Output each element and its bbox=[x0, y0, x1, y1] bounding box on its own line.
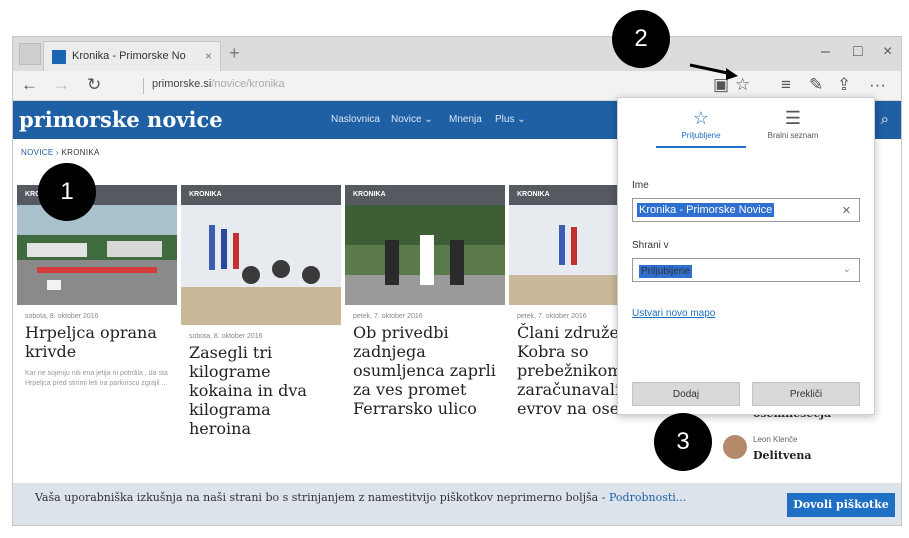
favorite-star-icon[interactable]: ☆ bbox=[735, 75, 750, 95]
tab-favorites-label: Priljubljene bbox=[681, 131, 721, 140]
article-card[interactable]: KRONIKA sobota, 8. oktober 2016 Hrpeljca… bbox=[17, 185, 177, 485]
step-marker: 3 bbox=[654, 413, 712, 471]
clear-icon[interactable]: ✕ bbox=[842, 204, 851, 217]
site-favicon-icon bbox=[52, 50, 66, 64]
step-marker: 1 bbox=[38, 163, 96, 221]
tab-title: Kronika - Primorske No bbox=[72, 50, 186, 62]
chevron-down-icon: ⌄ bbox=[842, 264, 851, 275]
url-path: /novice/kronika bbox=[211, 78, 285, 90]
cookie-message: Vaša uporabniška izkušnja na naši strani… bbox=[35, 491, 735, 505]
more-icon[interactable]: ··· bbox=[869, 75, 886, 95]
new-folder-link[interactable]: Ustvari novo mapo bbox=[632, 308, 715, 319]
save-in-label: Shrani v bbox=[632, 240, 669, 251]
name-value: Kronika - Primorske Novice bbox=[637, 203, 775, 217]
menu-item-novice[interactable]: Novice ⌄ bbox=[391, 114, 433, 125]
browser-window: Kronika - Primorske No × + – □ × ← → ↻ p… bbox=[12, 36, 902, 526]
cookie-banner: Vaša uporabniška izkušnja na naši strani… bbox=[13, 483, 901, 525]
reading-view-icon[interactable]: ▣ bbox=[713, 75, 729, 95]
article-title[interactable]: Ob privedbi zadnjega osumljenca zaprli z… bbox=[345, 323, 505, 418]
breadcrumb-home[interactable]: NOVICE bbox=[21, 148, 53, 157]
tab-bar: Kronika - Primorske No × + – □ × bbox=[13, 37, 901, 71]
web-note-icon[interactable]: ✎ bbox=[809, 75, 823, 95]
cookie-text: Vaša uporabniška izkušnja na naši strani… bbox=[35, 491, 609, 504]
menu-item-plus[interactable]: Plus ⌄ bbox=[495, 114, 526, 125]
refresh-icon[interactable]: ↻ bbox=[87, 75, 101, 95]
article-image[interactable] bbox=[181, 205, 341, 325]
breadcrumb-current: KRONIKA bbox=[61, 148, 100, 157]
minimize-button[interactable]: – bbox=[821, 43, 830, 61]
article-image[interactable] bbox=[345, 205, 505, 305]
breadcrumb: NOVICE › KRONIKA bbox=[21, 148, 100, 157]
hub-icon[interactable]: ≡ bbox=[781, 75, 791, 95]
breadcrumb-separator: › bbox=[56, 148, 59, 157]
new-tab-button[interactable]: + bbox=[229, 43, 240, 64]
tab-close-icon[interactable]: × bbox=[205, 49, 212, 63]
forward-arrow-icon[interactable]: → bbox=[53, 75, 70, 95]
add-button[interactable]: Dodaj bbox=[632, 382, 740, 406]
article-image[interactable] bbox=[17, 205, 177, 305]
article-title[interactable]: Zasegli tri kilograme kokaina in dva kil… bbox=[181, 343, 341, 438]
sidebar-teaser[interactable]: osemnesečja Leon Klenče Delitvena bbox=[723, 407, 883, 477]
police-escort-photo bbox=[345, 205, 505, 305]
name-field[interactable]: Kronika - Primorske Novice ✕ bbox=[632, 198, 860, 222]
accept-cookies-button[interactable]: Dovoli piškotke bbox=[787, 493, 895, 517]
sidebar-headline[interactable]: Delitvena bbox=[753, 449, 812, 462]
favorites-popup: ☆ Priljubljene ☰ Bralni seznam Ime Kroni… bbox=[617, 97, 875, 415]
url-domain: primorske.si bbox=[152, 78, 212, 90]
tab-reading-list[interactable]: ☰ Bralni seznam bbox=[748, 108, 838, 140]
category-label: KRONIKA bbox=[181, 185, 341, 205]
tab-preview-icon[interactable] bbox=[19, 43, 41, 65]
category-label: KRONIKA bbox=[345, 185, 505, 205]
cookie-details-link[interactable]: Podrobnosti... bbox=[609, 491, 686, 504]
cancel-button[interactable]: Prekliči bbox=[752, 382, 860, 406]
article-card[interactable]: KRONIKA petek, 7. oktober 2016 Ob prived… bbox=[345, 185, 505, 485]
article-date: sobota, 8. oktober 2016 bbox=[189, 333, 263, 340]
search-icon[interactable]: ⌕ bbox=[881, 111, 889, 128]
back-arrow-icon[interactable]: ← bbox=[21, 75, 38, 95]
author-avatar bbox=[723, 435, 747, 459]
site-logo[interactable]: primorske novice bbox=[19, 107, 223, 132]
tab-reading-list-label: Bralni seznam bbox=[767, 131, 819, 140]
save-in-select[interactable]: Priljubljene ⌄ bbox=[632, 258, 860, 282]
maximize-button[interactable]: □ bbox=[853, 43, 863, 61]
tab-favorites[interactable]: ☆ Priljubljene bbox=[656, 108, 746, 148]
border-crossing-photo bbox=[17, 205, 177, 305]
menu-item-mnenja[interactable]: Mnenja bbox=[449, 114, 482, 125]
article-lead: Kar ne sojenju niti ena jetija ni potrdi… bbox=[25, 370, 168, 387]
browser-tab[interactable]: Kronika - Primorske No × bbox=[43, 41, 221, 71]
press-conference-photo bbox=[181, 205, 341, 325]
name-label: Ime bbox=[632, 180, 649, 191]
address-bar[interactable]: primorske.si/novice/kronika bbox=[143, 78, 285, 94]
reading-list-icon: ☰ bbox=[784, 108, 802, 128]
article-card[interactable]: KRONIKA sobota, 8. oktober 2016 Zasegli … bbox=[181, 185, 341, 485]
save-in-value: Priljubljene bbox=[639, 265, 692, 278]
article-date: petek, 7. oktober 2016 bbox=[353, 313, 423, 320]
close-window-button[interactable]: × bbox=[883, 43, 892, 61]
share-icon[interactable]: ⇪ bbox=[837, 75, 851, 95]
article-date: sobota, 8. oktober 2016 bbox=[25, 313, 99, 320]
menu-item-naslovnica[interactable]: Naslovnica bbox=[331, 114, 380, 125]
sidebar-author: Leon Klenče bbox=[753, 435, 798, 444]
step-marker: 2 bbox=[612, 10, 670, 68]
article-title[interactable]: Hrpeljca oprana krivde bbox=[17, 323, 177, 361]
star-icon: ☆ bbox=[692, 108, 710, 128]
